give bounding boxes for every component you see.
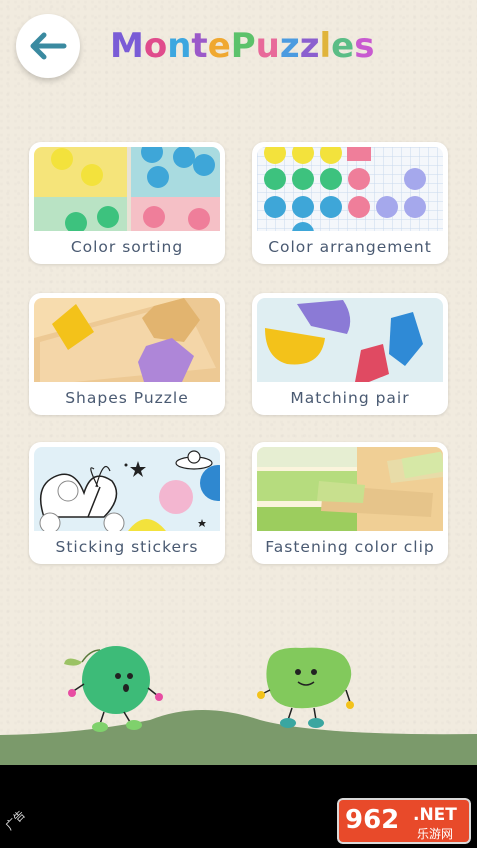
card-label: Matching pair: [290, 389, 410, 407]
card-label: Sticking stickers: [55, 538, 199, 556]
card-sticking-stickers[interactable]: Sticking stickers: [29, 442, 225, 564]
title-letter: l: [319, 26, 332, 66]
title-letter: z: [299, 26, 320, 66]
color-sorting-thumbnail: [34, 147, 220, 231]
title-letter: e: [207, 26, 231, 66]
arrow-left-icon: [30, 32, 67, 60]
card-label: Color sorting: [70, 238, 184, 256]
title-letter: P: [230, 26, 256, 66]
title-letter: e: [331, 26, 355, 66]
sticking-stickers-thumbnail: [34, 447, 220, 531]
title-letter: s: [354, 26, 375, 66]
card-label: Fastening color clip: [265, 538, 435, 556]
title-word-puzzles: Puzzles: [231, 26, 375, 66]
card-shapes-puzzle[interactable]: Shapes Puzzle: [29, 293, 225, 415]
matching-pair-thumbnail: [257, 298, 443, 382]
fastening-color-clip-thumbnail: [257, 447, 443, 531]
card-color-arrangement[interactable]: Color arrangement: [252, 142, 448, 264]
page-title: MontePuzzles: [110, 26, 374, 76]
title-letter: u: [255, 26, 280, 66]
watermark-main: 962: [345, 805, 399, 835]
title-letter: z: [279, 26, 300, 66]
title-letter: M: [110, 26, 144, 66]
card-fastening-color-clip[interactable]: Fastening color clip: [252, 442, 448, 564]
card-label: Color arrangement: [268, 238, 432, 256]
card-color-sorting[interactable]: Color sorting: [29, 142, 225, 264]
green-bean-character: [257, 647, 354, 728]
back-button[interactable]: [16, 14, 80, 78]
title-letter: n: [167, 26, 192, 66]
watermark-logo: 962 .NET 乐游网: [337, 798, 471, 844]
shapes-puzzle-thumbnail: [34, 298, 220, 382]
color-arrangement-thumbnail: [257, 147, 443, 231]
card-label: Shapes Puzzle: [65, 389, 189, 407]
title-letter: o: [143, 26, 168, 66]
title-letter: t: [191, 26, 208, 66]
watermark-sub: 乐游网: [417, 827, 453, 841]
title-word-monte: Monte: [110, 26, 231, 66]
card-matching-pair[interactable]: Matching pair: [252, 293, 448, 415]
watermark-suffix: .NET: [413, 805, 457, 825]
green-ball-character: [64, 646, 163, 732]
